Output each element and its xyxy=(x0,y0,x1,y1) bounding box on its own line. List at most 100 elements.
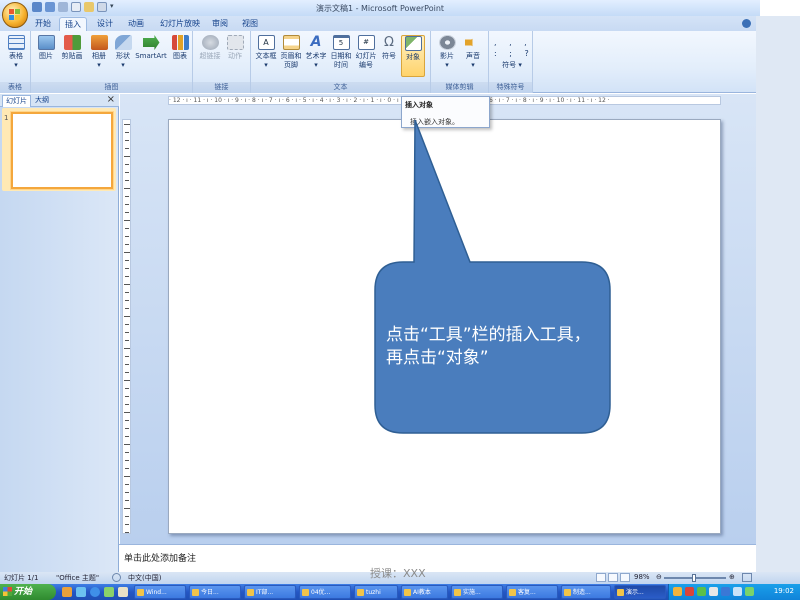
ruler-tick xyxy=(125,532,129,533)
taskbar-item[interactable]: 制造... xyxy=(561,585,611,599)
taskbar-item[interactable]: tuzhi xyxy=(354,585,398,599)
picture-button[interactable]: 图片 xyxy=(35,35,57,61)
omega-icon: Ω xyxy=(384,35,394,50)
tab-slides[interactable]: 幻灯片 xyxy=(2,95,31,107)
quicklaunch-icon-2[interactable] xyxy=(76,587,86,597)
datetime-button[interactable]: 5 日期和 时间 xyxy=(329,35,353,70)
action-icon xyxy=(226,35,244,50)
tab-view[interactable]: 视图 xyxy=(238,17,262,31)
slide-number-button[interactable]: # 幻灯片 编号 xyxy=(354,35,378,70)
special-symbol-button[interactable]: 符号 ▾ xyxy=(493,61,531,70)
ruler-tick xyxy=(125,324,129,325)
notes-pane[interactable]: 单击此处添加备注 xyxy=(119,544,756,571)
taskbar-item[interactable]: IT部... xyxy=(244,585,296,599)
windows-flag-icon xyxy=(3,587,12,596)
ruler-tick xyxy=(125,364,129,365)
close-icon[interactable]: × xyxy=(107,94,115,105)
header-footer-button[interactable]: 页眉和 页脚 xyxy=(279,35,303,70)
action-button[interactable]: 动作 xyxy=(223,35,247,61)
ruler-tick xyxy=(124,380,130,381)
insert-object-menu-item[interactable]: 插入对象 xyxy=(405,100,433,110)
slide-number-label: 1 xyxy=(4,114,9,122)
photo-album-icon xyxy=(90,35,108,50)
quicklaunch-icon-5[interactable] xyxy=(118,587,128,597)
ie-icon[interactable] xyxy=(90,587,100,597)
tray-icon[interactable] xyxy=(709,587,718,596)
zoom-in-icon[interactable]: ⊕ xyxy=(729,573,735,581)
ruler-tick xyxy=(124,188,130,189)
group-media: 影片 ▾ 声音 ▾ 媒体剪辑 xyxy=(431,31,489,93)
tab-slideshow[interactable]: 幻灯片放映 xyxy=(156,17,204,31)
background-strip xyxy=(756,16,800,572)
group-tables: 表格 ▾ 表格 xyxy=(0,31,31,93)
window-title: 演示文稿1 - Microsoft PowerPoint xyxy=(315,4,445,13)
table-icon xyxy=(7,35,25,50)
film-reel-icon xyxy=(438,35,456,50)
taskbar: 开始 Wind... 今日... IT部... 04优... tuzhi AI教… xyxy=(0,584,800,600)
chart-button[interactable]: 图表 xyxy=(169,35,191,61)
clock: 19:02 xyxy=(773,587,794,595)
tab-review[interactable]: 审阅 xyxy=(208,17,232,31)
taskbar-item[interactable]: 客复... xyxy=(506,585,558,599)
taskbar-item[interactable]: AI教本 xyxy=(401,585,448,599)
ruler-tick xyxy=(124,476,130,477)
wordart-icon: A xyxy=(310,34,322,50)
zoom-slider-handle[interactable] xyxy=(692,574,697,582)
volume-icon[interactable] xyxy=(733,587,742,596)
taskbar-item[interactable]: Wind... xyxy=(134,585,186,599)
start-button[interactable]: 开始 xyxy=(0,584,56,600)
taskbar-item[interactable]: 04优... xyxy=(299,585,351,599)
album-button[interactable]: 相册 ▾ xyxy=(87,35,111,70)
tray-icon[interactable] xyxy=(745,587,754,596)
shapes-button[interactable]: 形状 ▾ xyxy=(112,35,134,70)
symbol-grid[interactable]: , , , : ; ? xyxy=(494,37,529,59)
slide-sorter-icon[interactable] xyxy=(608,573,618,582)
wordart-button[interactable]: A 艺术字 ▾ xyxy=(304,35,328,70)
calendar-icon: 5 xyxy=(332,35,350,50)
taskbar-item[interactable]: 实施... xyxy=(451,585,503,599)
tray-icon[interactable] xyxy=(673,587,682,596)
taskbar-item[interactable]: 今日... xyxy=(189,585,241,599)
tab-outline[interactable]: 大纲 xyxy=(32,95,52,107)
chart-icon xyxy=(171,35,189,50)
language: 中文(中国) xyxy=(128,574,162,582)
clipart-button[interactable]: 剪贴画 xyxy=(58,35,86,61)
tab-insert[interactable]: 插入 xyxy=(59,17,87,31)
normal-view-icon[interactable] xyxy=(596,573,606,582)
notes-placeholder: 单击此处添加备注 xyxy=(124,554,197,564)
office-button[interactable] xyxy=(2,2,28,28)
ruler-tick xyxy=(125,388,129,389)
picture-icon xyxy=(37,35,55,50)
sound-button[interactable]: 声音 ▾ xyxy=(461,35,485,70)
ruler-tick xyxy=(125,372,129,373)
tray-icon[interactable] xyxy=(685,587,694,596)
slide-thumbnail[interactable] xyxy=(11,112,113,189)
tab-design[interactable]: 设计 xyxy=(92,17,118,31)
hyperlink-button[interactable]: 超链接 xyxy=(197,35,223,61)
callout-text: 点击“工具”栏的插入工具，再点击“对象” xyxy=(386,325,591,368)
tab-home[interactable]: 开始 xyxy=(30,17,56,31)
smartart-button[interactable]: SmartArt xyxy=(135,35,167,61)
movie-button[interactable]: 影片 ▾ xyxy=(435,35,459,70)
help-icon[interactable] xyxy=(742,19,751,28)
quicklaunch-icon-1[interactable] xyxy=(62,587,72,597)
table-button[interactable]: 表格 ▾ xyxy=(3,35,29,70)
taskbar-item-active[interactable]: 演示... xyxy=(614,585,666,599)
zoom-out-icon[interactable]: ⊖ xyxy=(656,573,662,581)
textbox-button[interactable]: A 文本框 ▾ xyxy=(254,35,278,70)
ruler-tick xyxy=(125,260,129,261)
spell-check-icon[interactable] xyxy=(112,573,121,582)
fit-window-icon[interactable] xyxy=(742,573,752,582)
tray-icon[interactable] xyxy=(697,587,706,596)
slideshow-view-icon[interactable] xyxy=(620,573,630,582)
ruler-tick xyxy=(124,252,130,253)
object-button[interactable]: 对象 xyxy=(401,35,425,77)
tray-icon[interactable] xyxy=(721,587,730,596)
quicklaunch-icon-4[interactable] xyxy=(104,587,114,597)
ruler-tick xyxy=(124,508,130,509)
zoom-level[interactable]: 98% xyxy=(634,573,650,581)
ruler-tick xyxy=(125,236,129,237)
symbol-button[interactable]: Ω 符号 xyxy=(379,35,399,61)
ruler-tick xyxy=(125,180,129,181)
tab-animations[interactable]: 动画 xyxy=(123,17,149,31)
